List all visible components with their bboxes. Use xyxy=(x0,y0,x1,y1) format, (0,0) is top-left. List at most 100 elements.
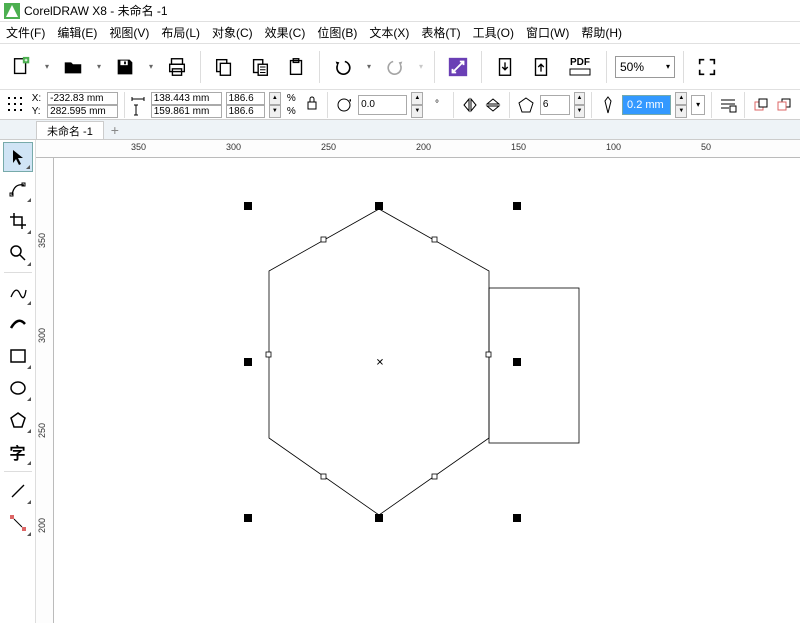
document-tabs: 未命名 -1 + xyxy=(0,120,800,140)
mirror-v-button[interactable] xyxy=(484,93,504,117)
outline-spinner[interactable]: ▲▼ xyxy=(675,92,687,118)
export-button[interactable] xyxy=(526,52,556,82)
new-tab-button[interactable]: + xyxy=(106,121,124,139)
lock-ratio-button[interactable] xyxy=(302,93,322,117)
open-dropdown[interactable]: ▾ xyxy=(94,62,104,71)
new-button[interactable] xyxy=(6,52,36,82)
canvas[interactable]: ✕ xyxy=(54,158,800,623)
undo-dropdown[interactable]: ▾ xyxy=(364,62,374,71)
open-button[interactable] xyxy=(58,52,88,82)
line-tool[interactable] xyxy=(3,476,33,506)
selection-handle-e[interactable] xyxy=(513,358,521,366)
menu-layout[interactable]: 布局(L) xyxy=(161,24,200,41)
to-front-button[interactable] xyxy=(751,93,771,117)
menu-file[interactable]: 文件(F) xyxy=(6,24,45,41)
scale-y-field[interactable] xyxy=(226,105,265,118)
menu-table[interactable]: 表格(T) xyxy=(421,24,460,41)
zoom-level-field[interactable]: 50% ▾ xyxy=(615,56,675,78)
selection-handle-se[interactable] xyxy=(513,514,521,522)
selection-handle-nw[interactable] xyxy=(244,202,252,210)
menu-bar: 文件(F) 编辑(E) 视图(V) 布局(L) 对象(C) 效果(C) 位图(B… xyxy=(0,22,800,44)
size-icon xyxy=(131,92,147,118)
new-dropdown[interactable]: ▾ xyxy=(42,62,52,71)
paste-button[interactable] xyxy=(245,52,275,82)
window-title: CorelDRAW X8 - 未命名 -1 xyxy=(24,2,168,19)
outline-dropdown[interactable]: ▾ xyxy=(691,95,705,115)
outline-width-field[interactable]: 0.2 mm xyxy=(622,95,671,115)
x-position-field[interactable] xyxy=(47,92,118,105)
shape-tool[interactable] xyxy=(3,174,33,204)
zoom-tool[interactable] xyxy=(3,238,33,268)
save-dropdown[interactable]: ▾ xyxy=(146,62,156,71)
menu-object[interactable]: 对象(C) xyxy=(212,24,253,41)
freehand-tool[interactable] xyxy=(3,277,33,307)
publish-pdf-button[interactable]: PDF xyxy=(562,52,598,82)
rotation-spinner[interactable]: ▲▼ xyxy=(411,92,423,118)
menu-effects[interactable]: 效果(C) xyxy=(265,24,306,41)
rectangle-shape xyxy=(489,288,579,443)
title-bar: CorelDRAW X8 - 未命名 -1 xyxy=(0,0,800,22)
crop-tool[interactable] xyxy=(3,206,33,236)
vertical-ruler[interactable]: 350 300 250 200 xyxy=(36,158,54,623)
selection-center[interactable]: ✕ xyxy=(376,358,384,369)
save-button[interactable] xyxy=(110,52,140,82)
mirror-h-button[interactable] xyxy=(460,93,480,117)
sides-spinner[interactable]: ▲▼ xyxy=(574,92,586,118)
copy-button[interactable] xyxy=(209,52,239,82)
menu-bitmap[interactable]: 位图(B) xyxy=(317,24,357,41)
text-tool[interactable]: 字 xyxy=(3,437,33,467)
polygon-sides-field[interactable] xyxy=(540,95,570,115)
separator xyxy=(434,51,435,83)
rotate-icon xyxy=(334,93,354,117)
menu-window[interactable]: 窗口(W) xyxy=(526,24,569,41)
height-field[interactable] xyxy=(151,105,222,118)
width-field[interactable] xyxy=(151,92,222,105)
scale-x-field[interactable] xyxy=(226,92,265,105)
menu-help[interactable]: 帮助(H) xyxy=(581,24,622,41)
redo-dropdown[interactable]: ▾ xyxy=(416,62,426,71)
separator xyxy=(481,51,482,83)
ellipse-tool[interactable] xyxy=(3,373,33,403)
property-bar: X: Y: ▲▼ %% ▲▼ ° ▲▼ 0.2 m xyxy=(0,90,800,120)
position-icon xyxy=(6,93,26,117)
connector-tool[interactable] xyxy=(3,508,33,538)
polygon-sides-icon xyxy=(516,93,536,117)
selection-handle-ne[interactable] xyxy=(513,202,521,210)
rectangle-tool[interactable] xyxy=(3,341,33,371)
import-button[interactable] xyxy=(490,52,520,82)
y-position-field[interactable] xyxy=(47,105,118,118)
to-back-button[interactable] xyxy=(774,93,794,117)
separator xyxy=(606,51,607,83)
toolbox: 字 xyxy=(0,140,36,623)
menu-edit[interactable]: 编辑(E) xyxy=(57,24,97,41)
selection-handle-s[interactable] xyxy=(375,514,383,522)
menu-view[interactable]: 视图(V) xyxy=(109,24,149,41)
separator xyxy=(319,51,320,83)
polygon-tool[interactable] xyxy=(3,405,33,435)
pick-tool[interactable] xyxy=(3,142,33,172)
document-tab[interactable]: 未命名 -1 xyxy=(36,121,104,139)
selection-handle-sw[interactable] xyxy=(244,514,252,522)
scale-spinner[interactable]: ▲▼ xyxy=(269,92,281,118)
menu-text[interactable]: 文本(X) xyxy=(369,24,409,41)
clipboard-button[interactable] xyxy=(281,52,311,82)
fullscreen-button[interactable] xyxy=(692,52,722,82)
separator xyxy=(200,51,201,83)
wrap-text-button[interactable] xyxy=(718,93,738,117)
undo-button[interactable] xyxy=(328,52,358,82)
artistic-media-tool[interactable] xyxy=(3,309,33,339)
work-area: 字 350 300 250 200 150 100 50 350 300 250… xyxy=(0,140,800,623)
horizontal-ruler[interactable]: 350 300 250 200 150 100 50 xyxy=(36,140,800,158)
selection-handle-n[interactable] xyxy=(375,202,383,210)
main-toolbar: ▾ ▾ ▾ ▾ ▾ PDF 50% ▾ xyxy=(0,44,800,90)
app-icon xyxy=(4,3,20,19)
canvas-area: 350 300 250 200 150 100 50 350 300 250 2… xyxy=(36,140,800,623)
selection-handle-w[interactable] xyxy=(244,358,252,366)
rotation-field[interactable] xyxy=(358,95,407,115)
print-button[interactable] xyxy=(162,52,192,82)
search-content-button[interactable] xyxy=(443,52,473,82)
separator xyxy=(683,51,684,83)
redo-button[interactable] xyxy=(380,52,410,82)
xy-labels: X: Y: xyxy=(30,92,43,118)
menu-tools[interactable]: 工具(O) xyxy=(473,24,514,41)
